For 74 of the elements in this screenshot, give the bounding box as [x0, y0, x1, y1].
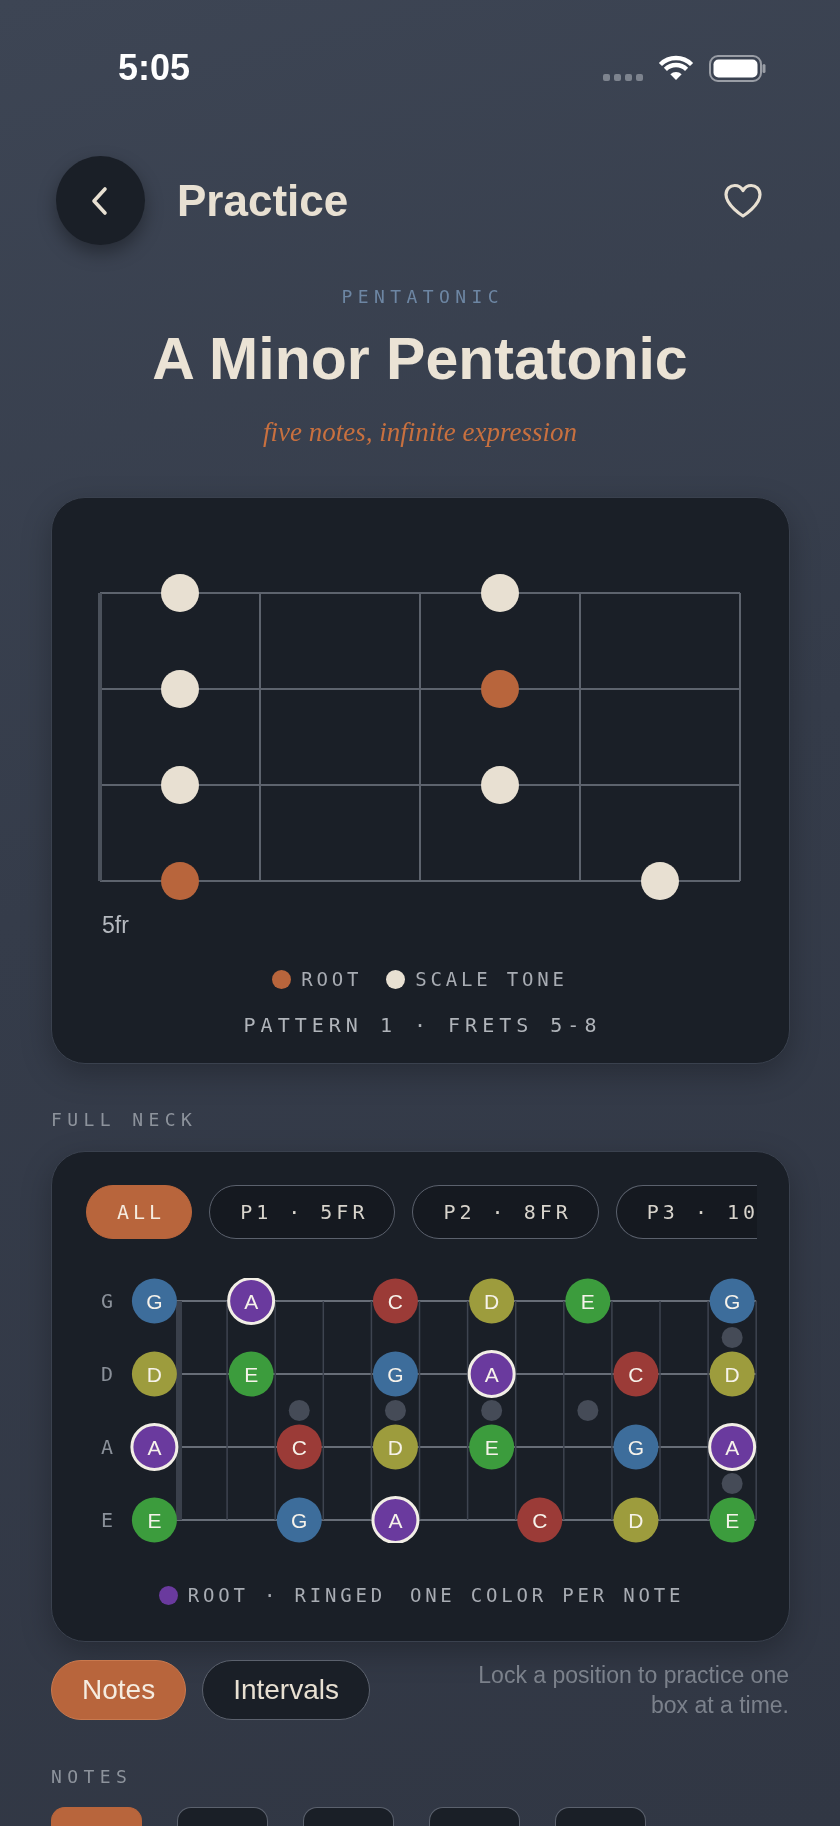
note-dot-icon — [161, 766, 199, 804]
inlay-dot-icon — [384, 1400, 406, 1421]
note-marker: A — [130, 1423, 179, 1471]
note-marker: G — [131, 1278, 177, 1324]
note-marker: D — [372, 1424, 418, 1470]
note-marker: E — [709, 1497, 755, 1543]
note-dot-icon — [161, 862, 199, 900]
note-marker: C — [517, 1497, 563, 1543]
hint-text: Lock a position to practice one box at a time. — [477, 1661, 789, 1720]
inlay-dot-icon — [721, 1327, 743, 1348]
note-tile[interactable] — [429, 1807, 520, 1826]
string-label: D — [101, 1362, 113, 1386]
note-marker: E — [565, 1278, 611, 1324]
signal-icon — [603, 73, 643, 81]
start-fret-label: 5fr — [102, 911, 129, 939]
note-tile[interactable] — [303, 1807, 394, 1826]
inlay-dot-icon — [288, 1400, 310, 1421]
note-marker: A — [708, 1423, 757, 1471]
section-label: NOTES — [51, 1766, 133, 1788]
position-chip[interactable]: P3 · 10 — [615, 1185, 757, 1239]
wifi-icon — [658, 55, 694, 81]
note-marker: A — [371, 1496, 420, 1543]
note-marker: D — [613, 1497, 659, 1543]
note-marker: G — [276, 1497, 322, 1543]
note-dot-icon — [161, 574, 199, 612]
note-dot-icon — [481, 574, 519, 612]
legend-label: SCALE TONE — [415, 967, 568, 991]
note-marker: G — [613, 1424, 659, 1470]
position-chip[interactable]: ALL — [86, 1185, 193, 1239]
note-marker: E — [228, 1351, 274, 1397]
note-tile[interactable] — [177, 1807, 268, 1826]
string-label: A — [101, 1435, 113, 1459]
note-tile[interactable] — [51, 1807, 142, 1826]
view-mode-button[interactable]: Notes — [51, 1660, 187, 1720]
note-marker: D — [709, 1351, 755, 1397]
note-marker: E — [469, 1424, 515, 1470]
view-mode-button[interactable]: Intervals — [202, 1660, 370, 1720]
pattern-caption: PATTERN 1 · FRETS 5-8 — [242, 1012, 602, 1038]
note-dot-icon — [161, 670, 199, 708]
note-marker: D — [469, 1278, 515, 1324]
note-marker: A — [227, 1278, 276, 1325]
legend-dot-icon — [272, 969, 292, 989]
note-tile[interactable] — [555, 1807, 646, 1826]
scale-title: A Minor Pentatonic — [152, 325, 688, 394]
note-dot-icon — [481, 670, 519, 708]
legend-label: ONE COLOR PER NOTE — [409, 1583, 685, 1607]
string-label: G — [101, 1289, 113, 1313]
note-dot-icon — [481, 766, 519, 804]
legend-label: ROOT · RINGED — [187, 1583, 386, 1607]
section-label: FULL NECK — [51, 1109, 198, 1131]
legend-dot-icon — [386, 969, 406, 989]
battery-icon — [709, 54, 766, 82]
note-marker: D — [131, 1351, 177, 1397]
note-marker: C — [613, 1351, 659, 1397]
inlay-dot-icon — [721, 1473, 743, 1494]
heart-icon[interactable] — [723, 182, 763, 219]
position-chip[interactable]: P1 · 5FR — [209, 1185, 396, 1239]
note-marker: E — [131, 1497, 177, 1543]
status-time: 5:05 — [118, 46, 191, 90]
note-marker: G — [709, 1278, 755, 1324]
note-dot-icon — [641, 862, 679, 900]
note-marker: A — [467, 1350, 516, 1398]
string-label: E — [101, 1508, 113, 1532]
inlay-dot-icon — [577, 1400, 599, 1421]
scale-category: PENTATONIC — [340, 286, 504, 308]
tagline: five notes, infinite expression — [263, 416, 577, 449]
note-marker: C — [276, 1424, 322, 1470]
note-marker: C — [372, 1278, 418, 1324]
legend-label: ROOT — [301, 967, 363, 991]
chevron-left-icon — [89, 185, 108, 216]
note-marker: G — [372, 1351, 418, 1397]
inlay-dot-icon — [481, 1400, 503, 1421]
page-title: Practice — [177, 174, 349, 227]
position-chip[interactable]: P2 · 8FR — [412, 1185, 599, 1239]
